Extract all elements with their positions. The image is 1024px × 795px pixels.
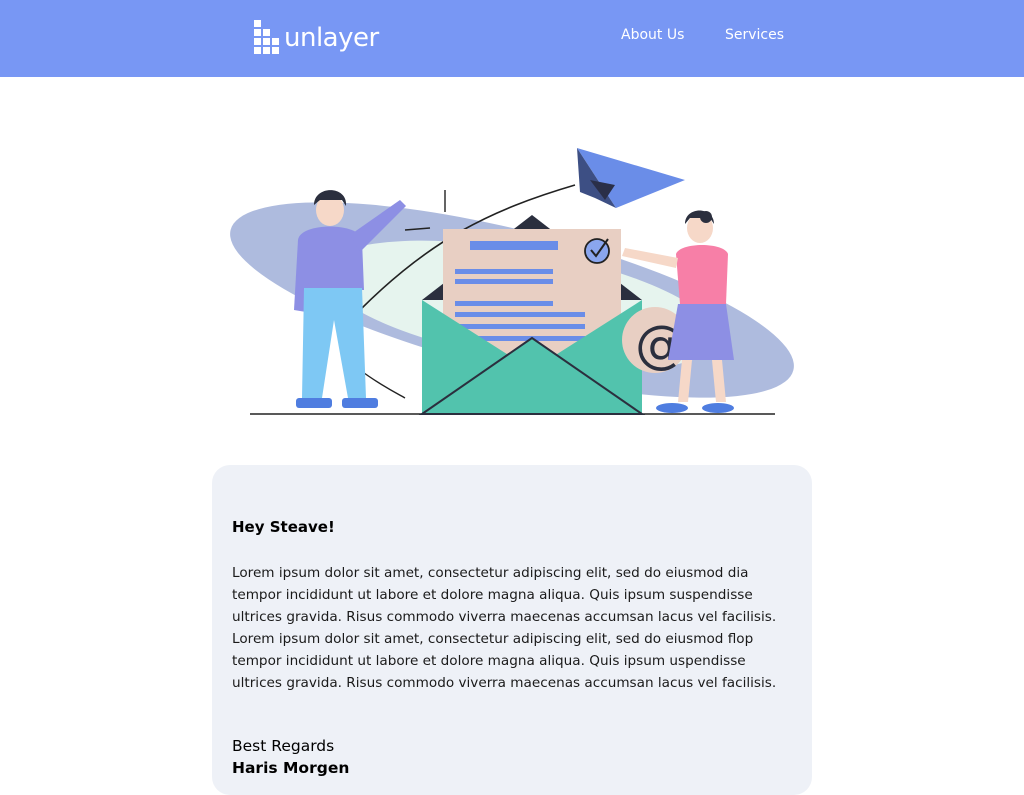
logo-text: unlayer	[284, 23, 379, 53]
greeting-heading: Hey Steave!	[232, 518, 335, 536]
top-header-bar: unlayer About Us Services	[0, 0, 1024, 77]
nav-link-services[interactable]: Services	[725, 27, 784, 43]
email-envelope-illustration-icon: @	[230, 148, 794, 415]
unlayer-logo-icon	[254, 20, 279, 54]
message-card: Hey Steave! Lorem ipsum dolor sit amet, …	[212, 465, 812, 795]
nav-link-about-us[interactable]: About Us	[621, 27, 684, 43]
unlayer-logo[interactable]: unlayer	[254, 20, 379, 56]
signer-name: Haris Morgen	[232, 759, 350, 777]
closing-text: Best Regards	[232, 737, 335, 755]
message-body: Lorem ipsum dolor sit amet, consectetur …	[232, 565, 777, 691]
